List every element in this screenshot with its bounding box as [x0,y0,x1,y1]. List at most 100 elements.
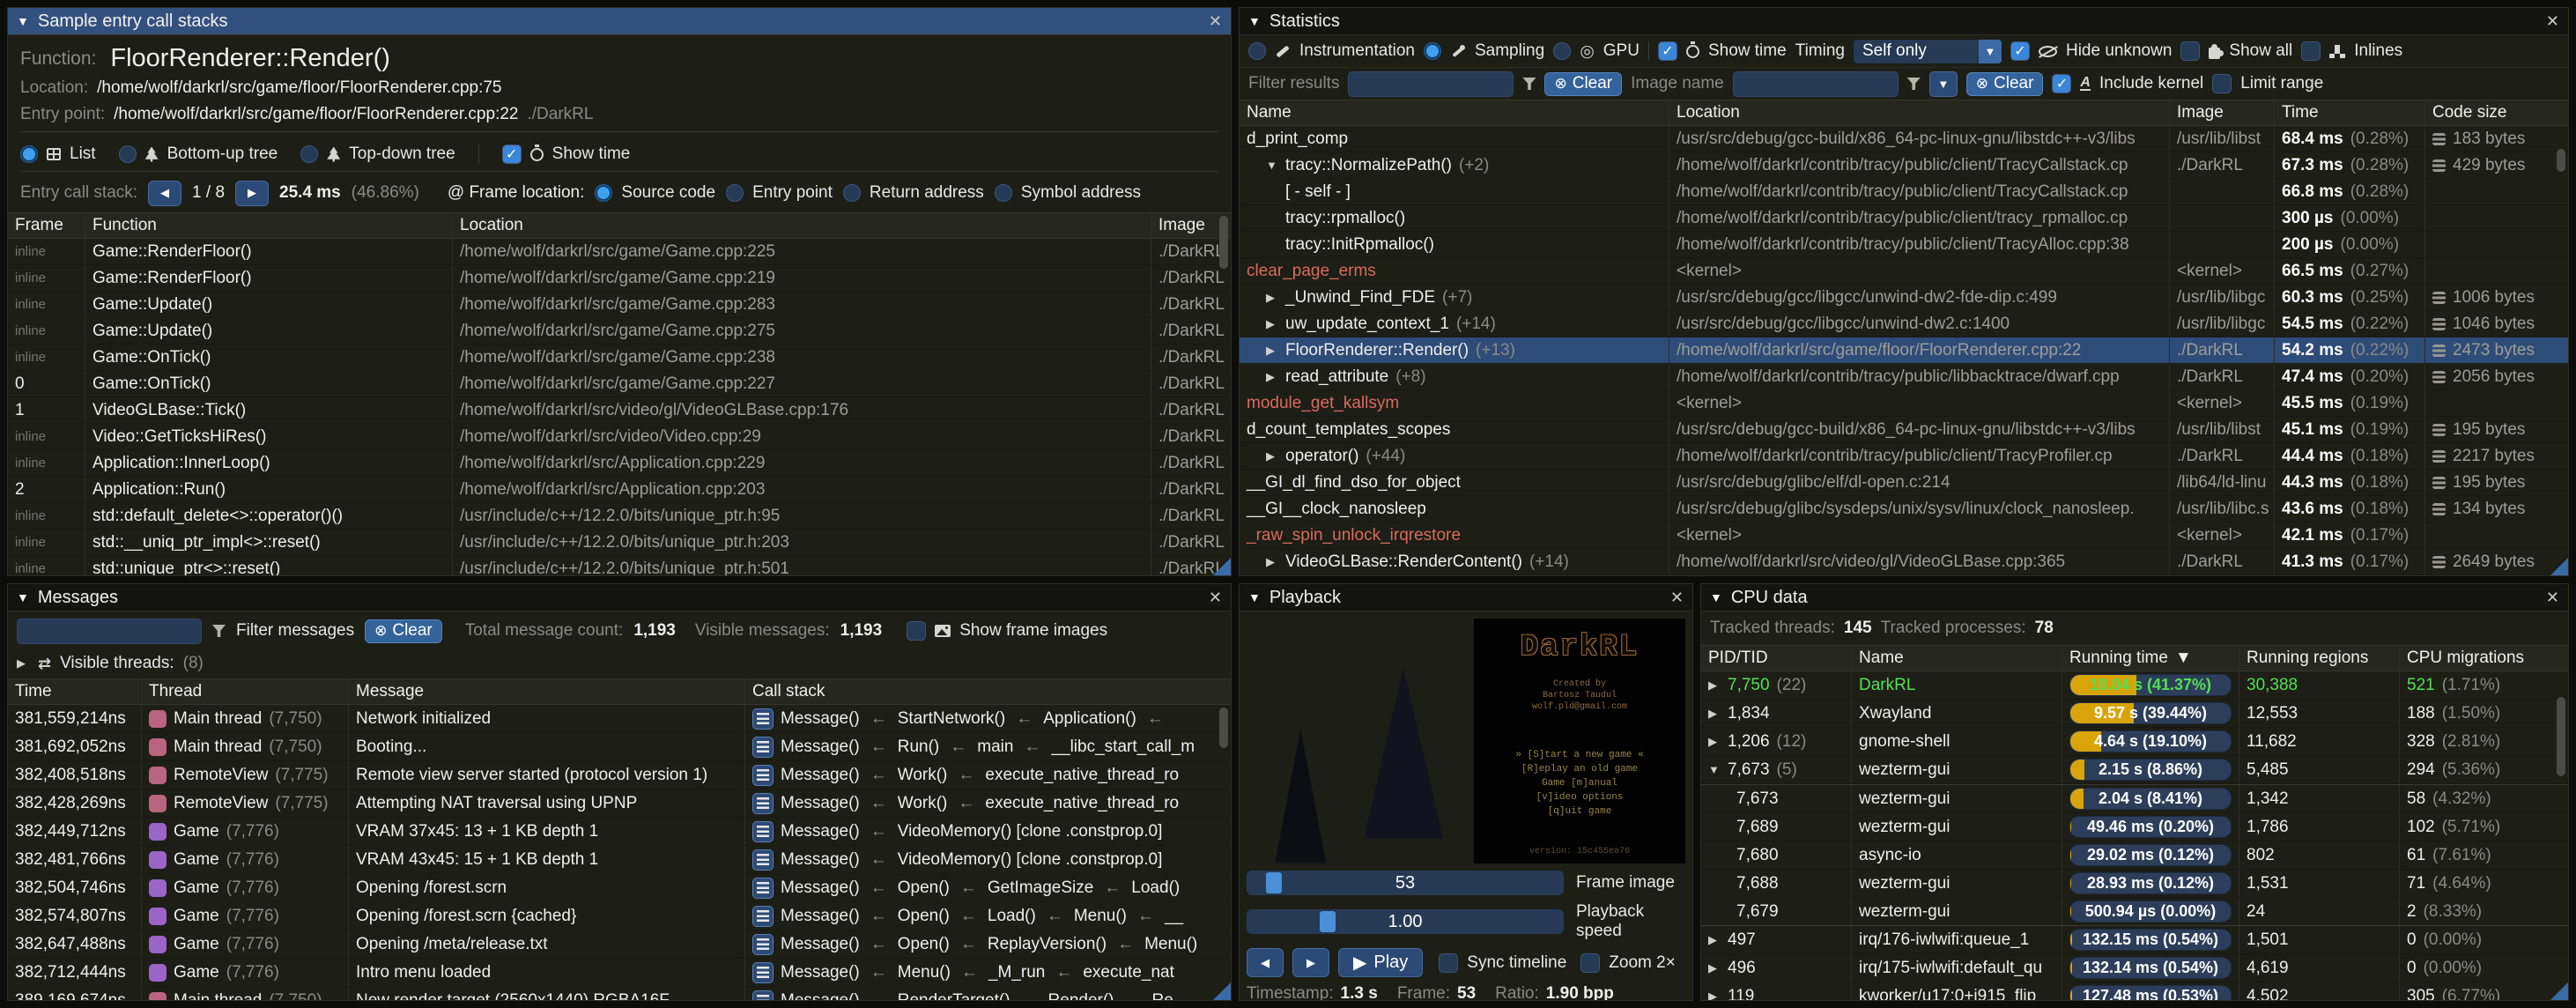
message-icon[interactable] [752,962,774,983]
radio-top-down[interactable] [300,145,318,163]
filter-results-input[interactable] [1348,71,1514,97]
visible-threads-label[interactable]: Visible threads: [60,654,174,673]
message-filter-input[interactable] [17,619,202,644]
collapse-icon[interactable]: ▼ [17,590,29,604]
frame-image-slider[interactable]: 53 [1247,871,1564,895]
table-row[interactable]: ▶496irq/175-iwlwifi:default_qu132.14 ms … [1701,954,2568,982]
table-row[interactable]: 382,449,712nsGame(7,776)VRAM 37x45: 13 +… [8,818,1231,846]
show-all-checkbox[interactable]: ✓ [2180,41,2200,61]
clear-messages-filter-button[interactable]: ⊗Clear [365,619,442,643]
column-header[interactable]: Location [1669,100,2170,125]
column-header[interactable]: Running time ▼ [2062,646,2239,671]
table-row[interactable]: ▶read_attribute(+8)/home/wolf/darkrl/con… [1240,364,2568,390]
statistics-scrollbar[interactable] [2557,149,2565,172]
show-time-toggle[interactable]: ✓ Show time [502,145,631,164]
expand-icon[interactable]: ▶ [1266,449,1278,463]
mode-gpu[interactable]: ◎ GPU [1553,41,1640,62]
message-icon[interactable] [752,990,774,1002]
table-row[interactable]: inlineApplication::InnerLoop()/home/wolf… [8,450,1231,477]
messages-scrollbar[interactable] [1219,708,1228,748]
expand-icon[interactable]: ▶ [1708,961,1721,975]
table-row[interactable]: ▶7,750(22)DarkRL10.04 s (41.37%)30,38852… [1701,671,2568,700]
table-row[interactable]: ▶VideoGLBase::RenderContent()(+14)/home/… [1240,549,2568,575]
radio-symbol-address[interactable] [995,184,1012,202]
message-icon[interactable] [752,849,774,871]
image-name-input[interactable] [1733,71,1899,97]
column-header[interactable]: Time [8,679,142,704]
next-call-stack-button[interactable]: ▶ [235,181,269,206]
table-row[interactable]: tracy::rpmalloc()/home/wolf/darkrl/contr… [1240,205,2568,232]
expand-icon[interactable]: ▶ [1708,707,1721,721]
table-row[interactable]: ▶uw_update_context_1(+14)/usr/src/debug/… [1240,311,2568,337]
prev-call-stack-button[interactable]: ◀ [148,181,181,206]
expand-icon[interactable]: ▶ [1708,933,1721,947]
column-header[interactable]: Time [2275,100,2425,125]
statistics-titlebar[interactable]: ▼ Statistics ✕ [1240,8,2568,35]
message-icon[interactable] [752,878,774,899]
table-row[interactable]: 2Application::Run()/home/wolf/darkrl/src… [8,477,1231,503]
collapse-icon[interactable]: ▼ [1248,14,1261,28]
expand-icon[interactable]: ▶ [1266,555,1278,569]
inlines-toggle[interactable]: ✓ Inlines [2301,41,2402,61]
samples-scrollbar[interactable] [1219,216,1228,269]
table-row[interactable]: inlinestd::__uniq_ptr_impl<>::reset()/us… [8,530,1231,556]
samples-resize-grip[interactable] [1213,558,1231,575]
table-row[interactable]: 381,559,214nsMain thread(7,750)Network i… [8,705,1231,733]
funnel-icon[interactable] [1907,78,1921,90]
table-row[interactable]: inlineVideo::GetTicksHiRes()/home/wolf/d… [8,424,1231,450]
radio-entry-point[interactable] [726,184,744,202]
column-header[interactable]: Name [1852,646,2062,671]
collapse-icon[interactable]: ▼ [17,14,29,28]
messages-resize-grip[interactable] [1213,982,1231,1000]
location-value[interactable]: /home/wolf/darkrl/src/game/floor/FloorRe… [97,78,501,98]
cpu-table-header[interactable]: PID/TIDNameRunning time ▼Running regions… [1701,645,2568,671]
include-kernel-toggle[interactable]: ✓ A Include kernel [2052,74,2203,93]
table-row[interactable]: inlineGame::Update()/home/wolf/darkrl/sr… [8,318,1231,345]
collapse-icon[interactable]: ▼ [1248,590,1261,604]
close-icon[interactable]: ✕ [1209,12,1222,31]
play-button[interactable]: ▶Play [1338,948,1423,977]
table-row[interactable]: inlinestd::unique_ptr<>::reset()/usr/inc… [8,556,1231,576]
expand-icon[interactable]: ▶ [1266,291,1278,305]
frame-location-source-code[interactable]: Source code [595,183,715,203]
cpu-resize-grip[interactable] [2550,982,2568,1000]
table-row[interactable]: __GI__clock_nanosleep/usr/src/debug/glib… [1240,496,2568,523]
radio-source-code[interactable] [595,184,612,202]
frame-location-symbol-address[interactable]: Symbol address [995,183,1141,203]
stats-show-time-toggle[interactable]: ✓ Show time [1658,41,1787,61]
expand-icon[interactable]: ▶ [1266,344,1278,358]
samples-table-header[interactable]: FrameFunctionLocationImage [8,212,1231,239]
image-filter-dropdown[interactable]: ▼ [1929,71,1958,97]
frame-location-return-address[interactable]: Return address [843,183,984,203]
close-icon[interactable]: ✕ [2546,12,2559,31]
clear-filter-button[interactable]: ⊗Clear [1544,72,1622,96]
cpu-titlebar[interactable]: ▼ CPU data ✕ [1701,584,2568,611]
table-row[interactable]: module_get_kallsym<kernel><kernel>45.5 m… [1240,390,2568,417]
table-row[interactable]: 7,688wezterm-gui28.93 ms (0.12%)1,53171(… [1701,870,2568,898]
column-header[interactable]: PID/TID [1701,646,1852,671]
statistics-resize-grip[interactable] [2550,558,2568,575]
funnel-icon[interactable] [212,625,226,637]
column-header[interactable]: Frame [8,213,85,238]
expand-icon[interactable]: ▶ [17,656,29,671]
statistics-table-header[interactable]: NameLocationImageTimeCode size [1240,100,2568,126]
column-header[interactable]: Image [2170,100,2275,125]
table-row[interactable]: 389,169,674nsMain thread(7,750)New rende… [8,987,1231,1001]
entry-point-value[interactable]: /home/wolf/darkrl/src/game/floor/FloorRe… [114,105,518,124]
radio-gpu[interactable] [1553,42,1571,60]
table-row[interactable]: 382,504,746nsGame(7,776)Opening /forest.… [8,874,1231,902]
column-header[interactable]: Code size [2425,100,2568,125]
radio-sampling[interactable] [1424,42,1441,60]
radio-list[interactable] [20,145,38,163]
expand-icon[interactable]: ▼ [1708,763,1721,776]
expand-icon[interactable]: ▶ [1708,735,1721,749]
message-icon[interactable] [752,821,774,842]
table-row[interactable]: 7,680async-io29.02 ms (0.12%)80261(7.61%… [1701,841,2568,870]
frame-image-preview[interactable]: DarkRL Created byBartosz Taudulwolf.pld@… [1247,619,1685,863]
next-frame-button[interactable]: ▶ [1292,948,1329,977]
message-icon[interactable] [752,708,774,730]
mode-instrumentation[interactable]: Instrumentation [1248,41,1415,61]
message-icon[interactable] [752,765,774,786]
table-row[interactable]: ▼tracy::NormalizePath()(+2)/home/wolf/da… [1240,152,2568,179]
show-all-toggle[interactable]: ✓ Show all [2180,41,2292,61]
